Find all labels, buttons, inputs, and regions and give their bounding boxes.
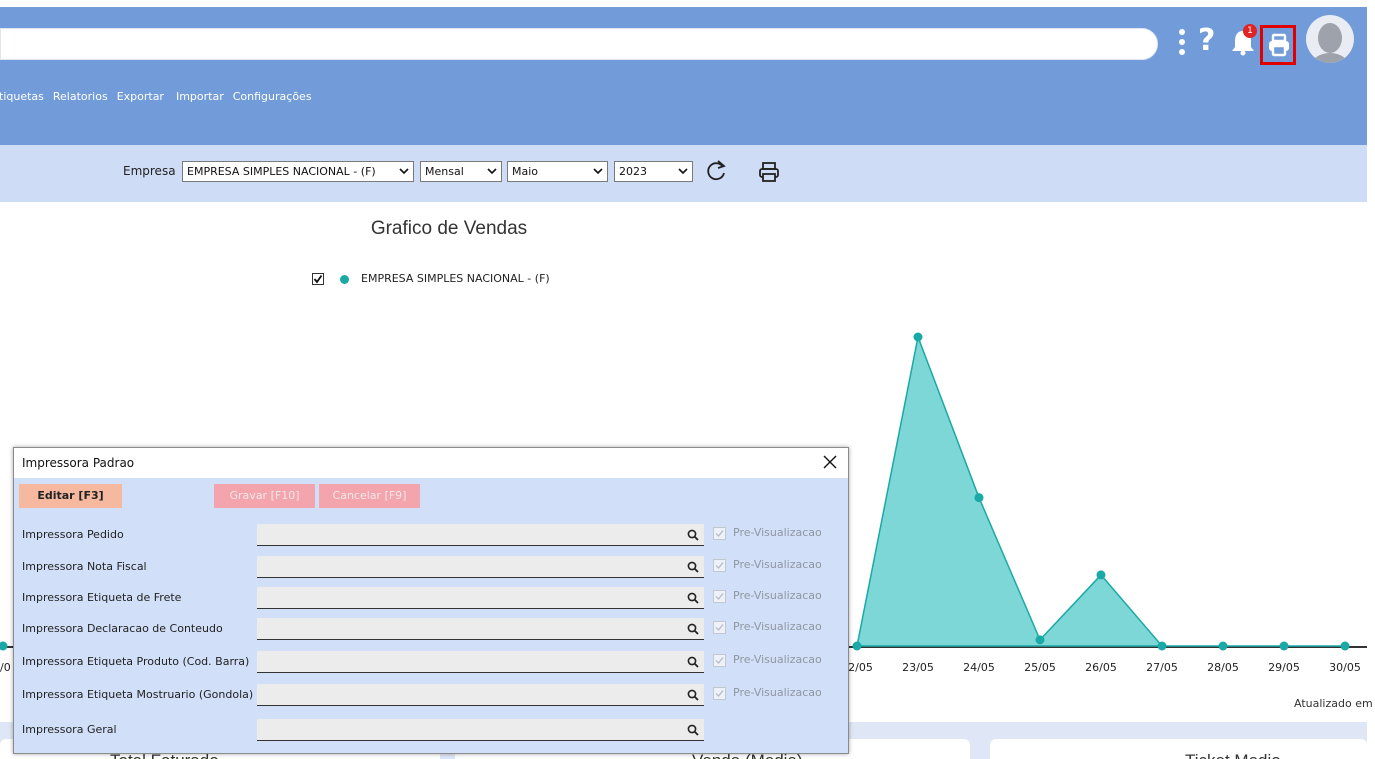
print-icon[interactable] xyxy=(758,161,780,183)
card-title-ticket: Ticket Medio xyxy=(1185,751,1281,759)
preview-label: Pre-Visualizacao xyxy=(733,589,822,602)
printer-icon xyxy=(1269,33,1289,57)
search-icon[interactable] xyxy=(687,623,699,635)
chevron-down-icon xyxy=(678,168,688,175)
data-point[interactable] xyxy=(1096,570,1106,580)
dialog-title: Impressora Padrao xyxy=(22,456,135,470)
printer-row: Impressora Declaracao de Conteudo Pre-Vis… xyxy=(14,616,848,642)
preview-label: Pre-Visualizacao xyxy=(733,653,822,666)
printer-row: Impressora Nota Fiscal Pre-Visualizacao xyxy=(14,554,848,580)
refresh-icon[interactable] xyxy=(705,159,727,183)
data-point[interactable] xyxy=(974,493,984,503)
year-select[interactable]: 2023 xyxy=(614,161,693,182)
data-point[interactable] xyxy=(913,332,923,342)
printer-row-label: Impressora Etiqueta de Frete xyxy=(22,591,182,604)
x-tick-label: 29/05 xyxy=(1268,661,1300,674)
data-point[interactable] xyxy=(0,641,8,651)
chevron-down-icon xyxy=(487,168,497,175)
top-white-strip xyxy=(0,0,1367,7)
printer-row-label: Impressora Nota Fiscal xyxy=(22,560,147,573)
more-options-icon[interactable] xyxy=(1176,29,1188,55)
data-point[interactable] xyxy=(1279,641,1289,651)
search-input[interactable] xyxy=(0,28,1158,60)
x-tick-label: 23/05 xyxy=(902,661,934,674)
preview-checkbox[interactable] xyxy=(713,687,726,700)
printer-field[interactable] xyxy=(257,587,704,609)
chevron-down-icon xyxy=(399,168,409,175)
menu-item-exportar[interactable]: Exportar xyxy=(117,89,164,105)
save-button[interactable]: Gravar [F10] xyxy=(214,484,315,508)
default-printer-dialog: Impressora Padrao Editar [F3] Gravar [F1… xyxy=(13,447,849,754)
cancel-button[interactable]: Cancelar [F9] xyxy=(319,484,420,508)
printer-row-label: Impressora Geral xyxy=(22,723,117,736)
search-icon[interactable] xyxy=(687,592,699,604)
printer-row: Impressora Etiqueta de Frete Pre-Visualiz… xyxy=(14,585,848,611)
menu-item-relatorios[interactable]: Relatorios xyxy=(53,89,108,105)
empresa-label: Empresa xyxy=(123,164,176,178)
main-menu: tiquetas Relatorios Exportar Importar Co… xyxy=(0,89,321,105)
data-point[interactable] xyxy=(852,641,862,651)
printer-settings-button[interactable] xyxy=(1260,25,1296,65)
period-select[interactable]: Mensal xyxy=(420,161,502,182)
chevron-down-icon xyxy=(593,168,603,175)
data-point[interactable] xyxy=(1157,641,1167,651)
printer-field[interactable] xyxy=(257,684,704,706)
printer-row: Impressora Etiqueta Produto (Cod. Barra)… xyxy=(14,649,848,675)
search-icon[interactable] xyxy=(687,656,699,668)
preview-label: Pre-Visualizacao xyxy=(733,526,822,539)
empresa-select[interactable]: EMPRESA SIMPLES NACIONAL - (F) xyxy=(182,161,414,182)
printer-row-label: Impressora Declaracao de Conteudo xyxy=(22,622,223,635)
x-tick-label: 28/05 xyxy=(1207,661,1239,674)
help-icon[interactable]: ? xyxy=(1198,24,1222,58)
menu-item-etiquetas[interactable]: tiquetas xyxy=(0,89,44,105)
printer-field[interactable] xyxy=(257,556,704,578)
filter-bar: Empresa EMPRESA SIMPLES NACIONAL - (F) M… xyxy=(0,145,1367,202)
x-tick-label: 30/05 xyxy=(1329,661,1361,674)
x-tick-label: 27/05 xyxy=(1146,661,1178,674)
printer-row-label: Impressora Pedido xyxy=(22,528,124,541)
printer-field[interactable] xyxy=(257,524,704,546)
dialog-titlebar: Impressora Padrao xyxy=(14,448,848,478)
preview-label: Pre-Visualizacao xyxy=(733,558,822,571)
series-area xyxy=(856,334,1345,647)
printer-field[interactable] xyxy=(257,618,704,640)
x-tick-label: 25/05 xyxy=(1024,661,1056,674)
search-icon[interactable] xyxy=(687,724,699,736)
preview-label: Pre-Visualizacao xyxy=(733,620,822,633)
edit-button[interactable]: Editar [F3] xyxy=(19,484,122,508)
preview-checkbox[interactable] xyxy=(713,621,726,634)
month-select[interactable]: Maio xyxy=(507,161,608,182)
avatar[interactable] xyxy=(1306,15,1354,63)
data-point[interactable] xyxy=(1035,635,1045,645)
printer-field[interactable] xyxy=(257,651,704,673)
menu-item-configuracoes[interactable]: Configurações xyxy=(233,89,312,105)
updated-label: Atualizado em xyxy=(1294,697,1373,710)
printer-row-label: Impressora Etiqueta Produto (Cod. Barra) xyxy=(22,655,250,668)
preview-checkbox[interactable] xyxy=(713,559,726,572)
data-point[interactable] xyxy=(1218,641,1228,651)
x-tick-label: 26/05 xyxy=(1085,661,1117,674)
preview-checkbox[interactable] xyxy=(713,527,726,540)
card-ticket-medio xyxy=(990,739,1367,759)
close-icon[interactable] xyxy=(822,454,838,470)
printer-row: Impressora Pedido Pre-Visualizacao xyxy=(14,522,848,548)
search-icon[interactable] xyxy=(687,529,699,541)
top-header: ? 1 tiquetas Relatorios Exportar Importa… xyxy=(0,0,1367,145)
x-tick-label: 24/05 xyxy=(963,661,995,674)
preview-checkbox[interactable] xyxy=(713,590,726,603)
printer-field[interactable] xyxy=(257,719,704,741)
search-icon[interactable] xyxy=(687,689,699,701)
preview-checkbox[interactable] xyxy=(713,654,726,667)
printer-row: Impressora Etiqueta Mostruario (Gondola)… xyxy=(14,682,848,708)
notification-badge: 1 xyxy=(1243,24,1257,38)
printer-row: Impressora Geral xyxy=(14,717,848,743)
menu-item-importar[interactable]: Importar xyxy=(176,89,224,105)
x-tick-label: /0 xyxy=(0,661,11,674)
printer-row-label: Impressora Etiqueta Mostruario (Gondola) xyxy=(22,688,254,701)
search-icon[interactable] xyxy=(687,561,699,573)
preview-label: Pre-Visualizacao xyxy=(733,686,822,699)
data-point[interactable] xyxy=(1340,641,1350,651)
